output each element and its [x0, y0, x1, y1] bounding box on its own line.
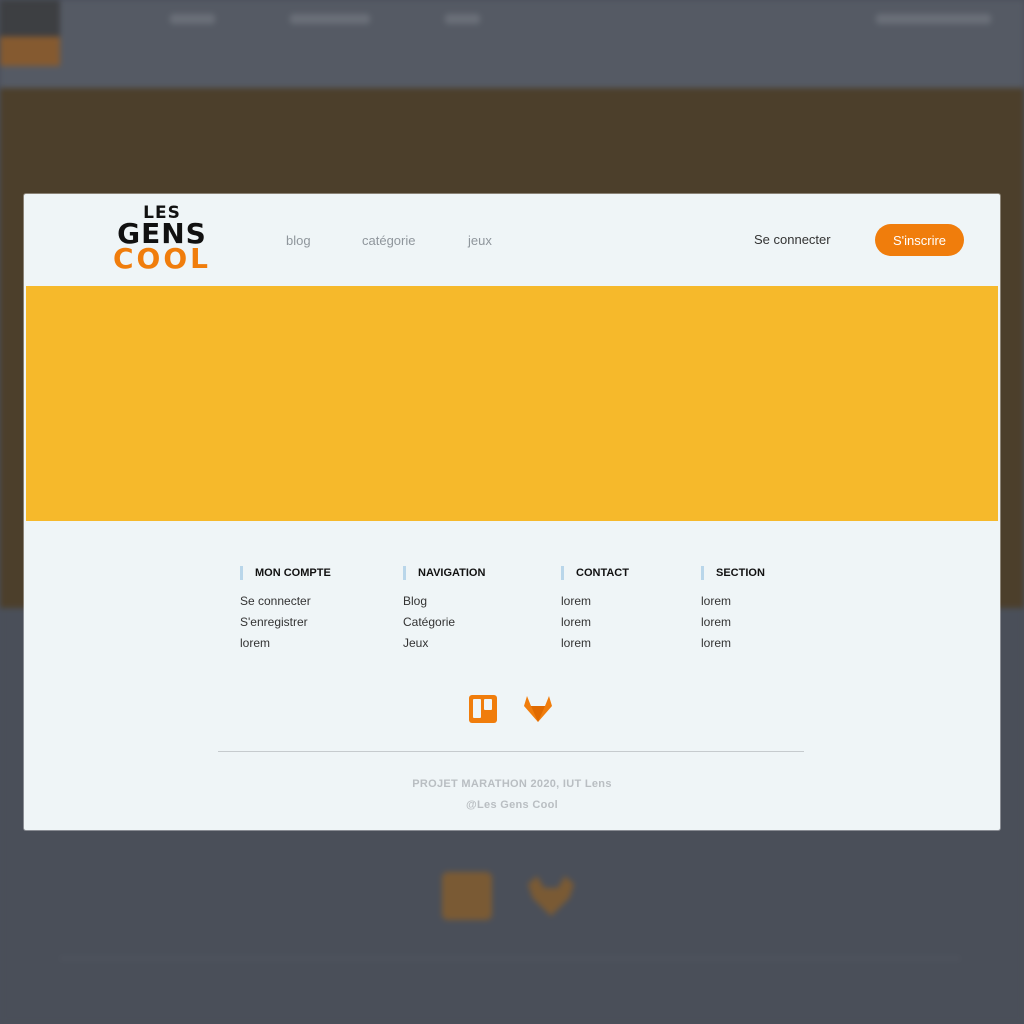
login-link[interactable]: Se connecter: [754, 232, 831, 247]
footer-link[interactable]: Se connecter: [240, 594, 331, 615]
footer-column-mon-compte: MON COMPTE Se connecter S'enregistrer lo…: [240, 566, 331, 657]
nav-link-jeux[interactable]: jeux: [468, 233, 492, 248]
background-divider: [60, 958, 960, 959]
site-logo[interactable]: LES GENS COOL: [110, 205, 214, 273]
footer-column-navigation: NAVIGATION Blog Catégorie Jeux: [403, 566, 485, 657]
footer-link[interactable]: lorem: [561, 636, 629, 657]
footer-column-section: SECTION lorem lorem lorem: [701, 566, 765, 657]
footer-column-title: SECTION: [701, 566, 765, 580]
background-header: [0, 0, 1024, 88]
signup-button[interactable]: S'inscrire: [875, 224, 964, 256]
footer-link[interactable]: lorem: [701, 636, 765, 657]
hero-banner: [26, 286, 998, 521]
footer-column-title: NAVIGATION: [403, 566, 485, 580]
site-header: LES GENS COOL blog catégorie jeux Se con…: [24, 194, 1000, 286]
footer-link[interactable]: lorem: [561, 594, 629, 615]
footer-link[interactable]: lorem: [701, 615, 765, 636]
footer-link[interactable]: Catégorie: [403, 615, 485, 636]
logo-line-cool: COOL: [113, 242, 211, 275]
footer-link[interactable]: lorem: [240, 636, 331, 657]
footer-link[interactable]: lorem: [701, 594, 765, 615]
footer-divider: [218, 751, 804, 752]
background-logo: [0, 0, 60, 66]
background-nav-item: [290, 14, 370, 24]
nav-link-categorie[interactable]: catégorie: [362, 233, 415, 248]
background-nav-item: [445, 14, 480, 24]
page-preview-modal: LES GENS COOL blog catégorie jeux Se con…: [24, 194, 1000, 830]
footer-column-title: CONTACT: [561, 566, 629, 580]
background-nav-item: [876, 14, 991, 24]
trello-icon[interactable]: [469, 695, 497, 723]
background-trello-icon: [442, 872, 492, 920]
gitlab-icon[interactable]: [523, 695, 553, 723]
background-nav-item: [170, 14, 215, 24]
footer-link[interactable]: Jeux: [403, 636, 485, 657]
copyright-owner: @Les Gens Cool: [466, 799, 558, 811]
footer-link[interactable]: lorem: [561, 615, 629, 636]
copyright-line: PROJET MARATHON 2020, IUT Lens: [412, 778, 612, 790]
footer-column-contact: CONTACT lorem lorem lorem: [561, 566, 629, 657]
footer-link[interactable]: Blog: [403, 594, 485, 615]
footer-column-title: MON COMPTE: [240, 566, 331, 580]
nav-link-blog[interactable]: blog: [286, 233, 311, 248]
footer-link[interactable]: S'enregistrer: [240, 615, 331, 636]
